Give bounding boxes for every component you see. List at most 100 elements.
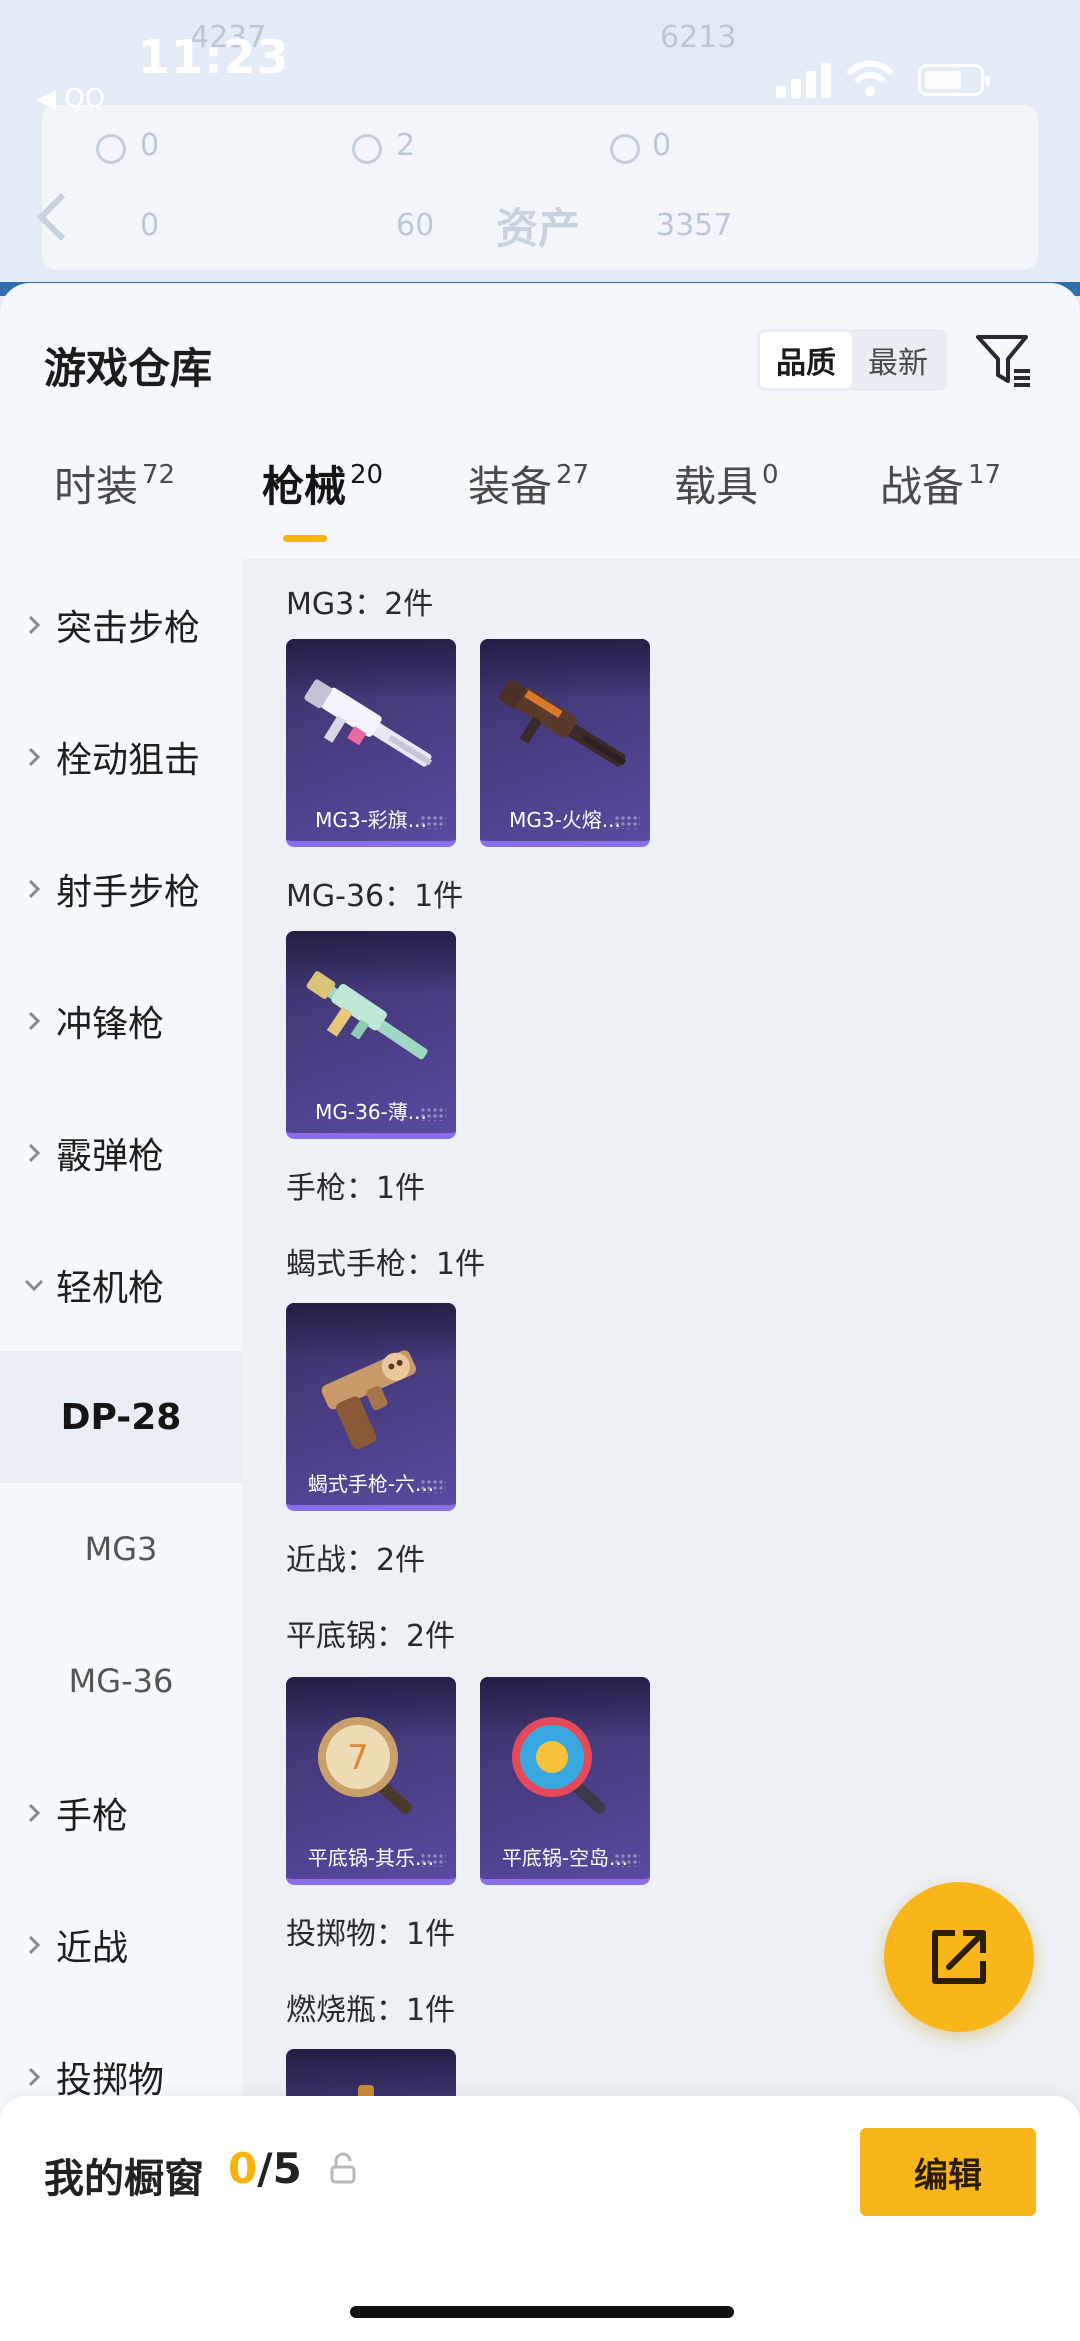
tab-count: 0: [762, 460, 779, 490]
background-stat: 0: [140, 208, 160, 243]
sidebar-item-bolt-sniper[interactable]: 栓动狙击: [0, 691, 242, 823]
tab-equipment[interactable]: 装备 27: [468, 453, 589, 543]
background-stat: 3357: [656, 208, 733, 243]
chevron-down-icon: [22, 1278, 46, 1292]
tab-vehicles[interactable]: 载具 0: [674, 453, 779, 543]
sort-by-quality[interactable]: 品质: [760, 332, 852, 388]
sidebar-item-label: 栓动狙击: [56, 740, 201, 781]
sidebar-item-assault-rifle[interactable]: 突击步枪: [0, 559, 242, 691]
item-card[interactable]: 蝎式手枪-六...: [286, 1303, 456, 1511]
machine-gun-skin-icon: [304, 679, 433, 767]
chevron-right-icon: [22, 1802, 46, 1824]
sidebar-subitem-mg3[interactable]: MG3: [0, 1483, 242, 1615]
group-header: 平底锅：2件: [286, 1619, 456, 1654]
machine-gun-skin-icon: [498, 679, 627, 767]
chevron-right-icon: [22, 1934, 46, 1956]
chevron-right-icon: [22, 1010, 46, 1032]
wifi-icon: [847, 60, 893, 96]
tab-label: 时装: [54, 462, 139, 511]
tab-count: 20: [350, 460, 384, 490]
item-name: MG3-彩旗...: [315, 808, 427, 832]
cellular-signal-icon: [776, 62, 832, 98]
background-page-title: 资产: [496, 204, 581, 253]
tab-count: 72: [142, 460, 176, 490]
sidebar-item-label: 近战: [56, 1928, 129, 1969]
item-card[interactable]: MG3-彩旗...: [286, 639, 456, 847]
rifle-skin-icon: [306, 971, 428, 1060]
pistol-skin-icon: [321, 1350, 417, 1449]
item-card[interactable]: MG-36-薄...: [286, 931, 456, 1139]
sidebar-item-smg[interactable]: 冲锋枪: [0, 955, 242, 1087]
share-external-icon: [932, 1930, 986, 1984]
item-card[interactable]: 平底锅-空岛...: [480, 1677, 650, 1885]
battery-icon: [918, 64, 990, 96]
group-header: 投掷物：1件: [286, 1917, 456, 1952]
sort-by-newest[interactable]: 最新: [852, 332, 944, 388]
frying-pan-skin-icon: 7: [318, 1717, 412, 1814]
sort-toggle: 品质 最新: [757, 329, 947, 391]
group-header: 燃烧瓶：1件: [286, 1993, 456, 2028]
item-name: MG3-火熔...: [509, 808, 621, 832]
sidebar-item-label: 突击步枪: [56, 608, 201, 649]
sheet-title: 游戏仓库: [44, 344, 213, 393]
showcase-total: /5: [257, 2144, 302, 2193]
tab-fashion[interactable]: 时装 72: [54, 453, 175, 543]
weapon-category-sidebar: 突击步枪 栓动狙击 射手步枪 冲锋枪 霰弹枪 轻机枪 DP-28 MG3 MG-…: [0, 559, 242, 2341]
item-name: 平底锅-空岛...: [501, 1846, 629, 1870]
item-list: MG3：2件 MG3-彩旗... MG3-火熔... MG-36：1件 MG-3…: [242, 559, 1080, 2341]
sidebar-item-melee[interactable]: 近战: [0, 1879, 242, 2011]
item-name: MG-36-薄...: [315, 1100, 427, 1124]
sidebar-subitem-dp28[interactable]: DP-28: [0, 1351, 242, 1483]
sidebar-item-label: 轻机枪: [56, 1268, 165, 1309]
lock-icon: [330, 2152, 356, 2184]
sidebar-item-lmg[interactable]: 轻机枪: [0, 1219, 242, 1351]
background-stat: 2: [396, 128, 416, 163]
item-card[interactable]: MG3-火熔...: [480, 639, 650, 847]
active-tab-indicator: [283, 535, 327, 542]
group-header: MG3：2件: [286, 587, 434, 622]
status-time: 11:23: [138, 30, 290, 84]
group-header: 蝎式手枪：1件: [286, 1247, 486, 1282]
showcase-bar: 我的橱窗 0/5 编辑: [0, 2096, 1080, 2341]
sidebar-item-shotgun[interactable]: 霰弹枪: [0, 1087, 242, 1219]
group-header: 近战：2件: [286, 1543, 426, 1578]
background-stat: 0: [652, 128, 672, 163]
tab-count: 17: [968, 460, 1002, 490]
item-name: 平底锅-其乐...: [307, 1846, 435, 1870]
chevron-right-icon: [22, 1142, 46, 1164]
tab-label: 枪械: [262, 462, 347, 511]
filter-icon[interactable]: [974, 331, 1034, 391]
home-indicator[interactable]: [350, 2306, 734, 2318]
sidebar-item-label: 手枪: [56, 1796, 129, 1837]
edit-button[interactable]: 编辑: [860, 2128, 1036, 2216]
tab-label: 装备: [468, 462, 553, 511]
status-back-app[interactable]: ◀ QQ: [36, 84, 105, 114]
tab-battle-supplies[interactable]: 战备 17: [880, 453, 1001, 543]
sidebar-item-label: 霰弹枪: [56, 1136, 165, 1177]
tab-count: 27: [556, 460, 590, 490]
chevron-right-icon: [22, 2066, 46, 2088]
item-card[interactable]: 7 平底锅-其乐...: [286, 1677, 456, 1885]
background-stat-icon: [96, 134, 126, 164]
background-stat-icon: [610, 134, 640, 164]
tab-label: 载具: [674, 462, 759, 511]
sidebar-item-label: 冲锋枪: [56, 1004, 165, 1045]
tab-firearms[interactable]: 枪械 20: [262, 453, 383, 543]
chevron-right-icon: [22, 746, 46, 768]
sidebar-subitem-mg36[interactable]: MG-36: [0, 1615, 242, 1747]
sidebar-item-marksman-rifle[interactable]: 射手步枪: [0, 823, 242, 955]
category-tabs: 时装 72 枪械 20 装备 27 载具 0 战备 17: [0, 453, 1080, 543]
svg-text:7: 7: [347, 1738, 369, 1778]
chevron-right-icon: [22, 878, 46, 900]
share-button[interactable]: [884, 1882, 1034, 2032]
item-name: 蝎式手枪-六...: [307, 1472, 435, 1496]
frying-pan-skin-icon: [512, 1717, 606, 1814]
background-stat: 6213: [660, 20, 737, 55]
background-stat: 0: [140, 128, 160, 163]
background-stat: 60: [396, 208, 435, 243]
background-stat-icon: [352, 134, 382, 164]
group-header: 手枪：1件: [286, 1171, 426, 1206]
showcase-current: 0: [228, 2144, 258, 2193]
sidebar-item-pistol[interactable]: 手枪: [0, 1747, 242, 1879]
chevron-right-icon: [22, 614, 46, 636]
